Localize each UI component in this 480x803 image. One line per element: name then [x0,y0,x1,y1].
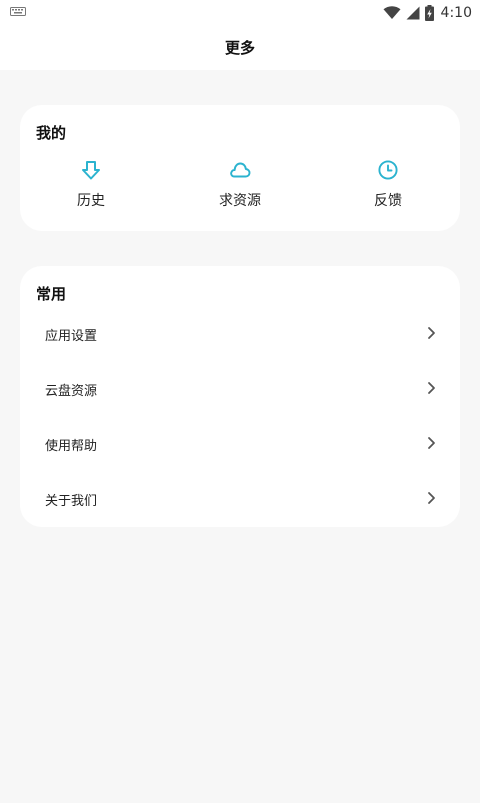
request-resource-label: 求资源 [219,193,261,209]
common-card: 常用 应用设置 云盘资源 使用帮助 关于我们 [20,266,460,527]
cloud-icon [230,162,251,178]
download-arrow-icon [82,161,100,180]
chevron-right-icon [428,437,435,449]
menu-item-label: 云盘资源 [45,384,98,399]
chevron-right-icon [428,327,435,339]
menu-item-app-settings[interactable]: 应用设置 [20,306,460,361]
mine-card: 我的 历史 求资源 反馈 [20,105,460,231]
menu-item-about-us[interactable]: 关于我们 [20,471,460,526]
page-title: 更多 [224,38,255,57]
status-bar: 4:10 [0,0,480,26]
menu-item-help[interactable]: 使用帮助 [20,416,460,471]
mine-quick-actions: 历史 求资源 反馈 [20,155,460,221]
feedback-button[interactable]: 反馈 [338,155,438,221]
history-label: 历史 [77,193,105,209]
battery-charging-icon [424,5,434,21]
common-menu-list: 应用设置 云盘资源 使用帮助 关于我们 [20,306,460,526]
clock-icon [378,160,398,180]
wifi-icon [383,6,401,19]
signal-icon [406,6,420,20]
menu-item-label: 关于我们 [45,494,98,509]
menu-item-cloud-resources[interactable]: 云盘资源 [20,361,460,416]
history-button[interactable]: 历史 [41,155,141,221]
keyboard-icon [10,7,26,16]
menu-item-label: 应用设置 [45,329,98,344]
menu-item-label: 使用帮助 [45,439,98,454]
status-time: 4:10 [440,5,472,21]
mine-section-title: 我的 [36,124,67,142]
chevron-right-icon [428,382,435,394]
app-header: 更多 [0,26,480,70]
common-section-title: 常用 [36,285,67,303]
chevron-right-icon [428,492,435,504]
request-resource-button[interactable]: 求资源 [190,155,290,221]
feedback-label: 反馈 [374,193,402,209]
status-icons: 4:10 [383,3,472,23]
